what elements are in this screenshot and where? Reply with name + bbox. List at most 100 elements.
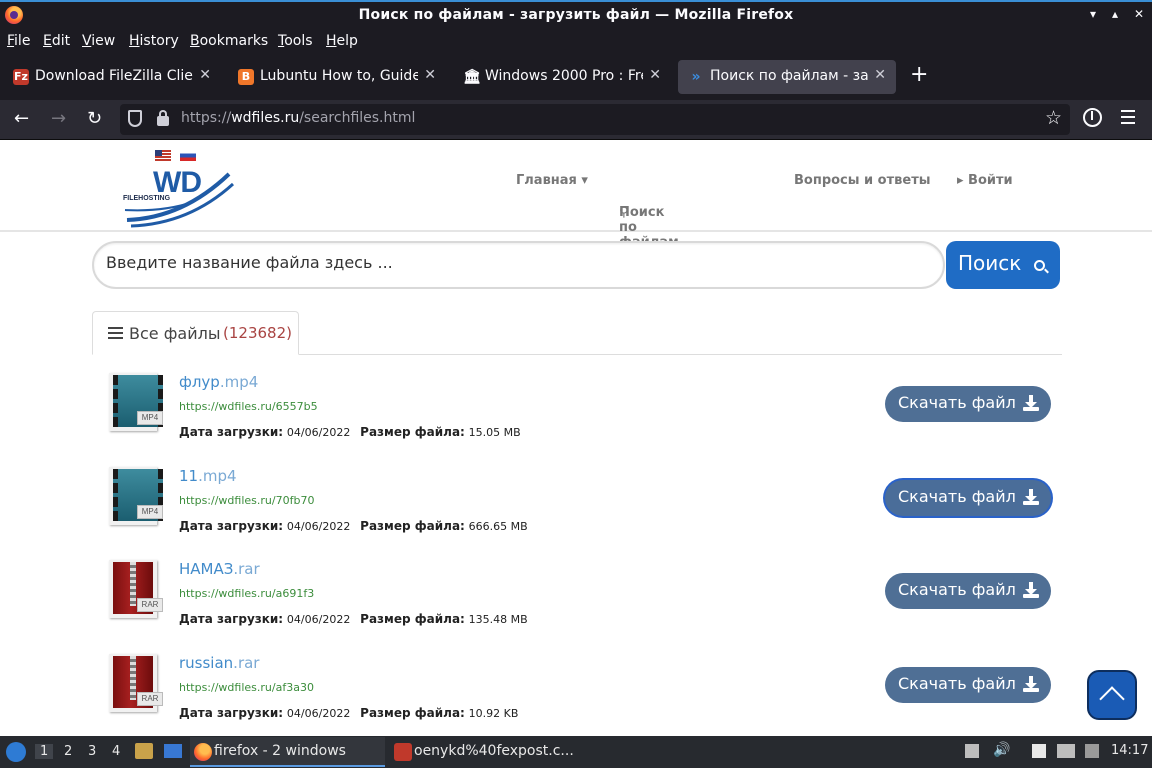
new-tab-button[interactable]: + bbox=[910, 62, 928, 87]
archive-file-icon[interactable]: RAR bbox=[107, 654, 163, 716]
minimize-button[interactable]: ▾ bbox=[1090, 7, 1096, 21]
file-url[interactable]: https://wdfiles.ru/6557b5 bbox=[179, 400, 318, 413]
tab-label: Download FileZilla Client bbox=[35, 68, 193, 84]
video-file-icon[interactable]: MP4 bbox=[107, 373, 163, 435]
menu-help[interactable]: Help bbox=[326, 33, 358, 49]
all-files-count: (123682) bbox=[223, 324, 292, 342]
filezilla-icon: Fz bbox=[13, 69, 29, 85]
file-meta: Дата загрузки: 04/06/2022 Размер файла: … bbox=[179, 612, 528, 626]
reload-button[interactable]: ↻ bbox=[87, 108, 102, 129]
taskbar-filezilla[interactable]: oenykd%40fexpost.c... bbox=[390, 737, 590, 767]
site-logo[interactable]: WD FILEHOSTING bbox=[123, 166, 235, 230]
file-name-link[interactable]: флур.mp4 bbox=[179, 373, 258, 391]
search-input[interactable] bbox=[106, 253, 926, 272]
workspace-3[interactable]: 3 bbox=[88, 744, 96, 759]
english-flag-icon[interactable] bbox=[155, 150, 171, 161]
nav-login[interactable]: ▸ Войти bbox=[957, 173, 1013, 188]
tab-label: Lubuntu How to, Guides, bbox=[260, 68, 418, 84]
show-desktop-icon[interactable] bbox=[164, 744, 182, 758]
network-icon[interactable] bbox=[1057, 744, 1075, 758]
file-name-link[interactable]: russian.rar bbox=[179, 654, 259, 672]
file-row: RAR russian.rar https://wdfiles.ru/af3a3… bbox=[105, 654, 1065, 736]
menu-history[interactable]: History bbox=[129, 33, 179, 49]
tab-label: Поиск по файлам - загр bbox=[710, 68, 868, 84]
tab-close-icon[interactable]: ✕ bbox=[649, 67, 661, 83]
tab-filezilla[interactable]: Fz Download FileZilla Client ✕ bbox=[3, 60, 221, 94]
nav-home[interactable]: Главная ▾ bbox=[516, 173, 588, 188]
download-button[interactable]: Скачать файл bbox=[885, 573, 1051, 609]
download-button[interactable]: Скачать файл bbox=[885, 480, 1051, 516]
tab-lubuntu[interactable]: B Lubuntu How to, Guides, ✕ bbox=[228, 60, 446, 94]
search-button[interactable]: Поиск bbox=[946, 241, 1060, 289]
workspace-1[interactable]: 1 bbox=[35, 744, 54, 759]
firefox-icon bbox=[194, 743, 212, 761]
file-url[interactable]: https://wdfiles.ru/af3a30 bbox=[179, 681, 314, 694]
scroll-to-top-button[interactable] bbox=[1087, 670, 1137, 720]
file-url[interactable]: https://wdfiles.ru/70fb70 bbox=[179, 494, 314, 507]
file-row: MP4 11.mp4 https://wdfiles.ru/70fb70 Дат… bbox=[105, 467, 1065, 557]
tab-close-icon[interactable]: ✕ bbox=[874, 67, 886, 83]
clipboard-icon[interactable] bbox=[1032, 744, 1046, 758]
file-name-link[interactable]: НАМАЗ.rar bbox=[179, 560, 260, 578]
updates-icon[interactable] bbox=[965, 744, 979, 758]
clock[interactable]: 14:17 bbox=[1111, 743, 1148, 758]
wdfiles-icon: » bbox=[691, 69, 701, 85]
download-button[interactable]: Скачать файл bbox=[885, 386, 1051, 422]
archive-file-icon[interactable]: RAR bbox=[107, 560, 163, 622]
app-menu-icon[interactable] bbox=[1121, 110, 1135, 128]
window-titlebar: Поиск по файлам - загрузить файл — Mozil… bbox=[0, 0, 1152, 30]
system-taskbar: 1 2 3 4 firefox - 2 windows oenykd%40fex… bbox=[0, 736, 1152, 768]
file-meta: Дата загрузки: 04/06/2022 Размер файла: … bbox=[179, 425, 521, 439]
search-icon: ⚲ bbox=[619, 205, 629, 220]
menu-edit[interactable]: Edit bbox=[43, 33, 70, 49]
tab-close-icon[interactable]: ✕ bbox=[199, 67, 211, 83]
forward-button[interactable]: → bbox=[51, 108, 66, 129]
file-url[interactable]: https://wdfiles.ru/a691f3 bbox=[179, 587, 314, 600]
video-file-icon[interactable]: MP4 bbox=[107, 467, 163, 529]
menu-file[interactable]: File bbox=[7, 33, 30, 49]
archive-icon: 🏛 bbox=[463, 69, 481, 85]
tab-strip: Fz Download FileZilla Client ✕ B Lubuntu… bbox=[0, 54, 1152, 100]
menu-bookmarks[interactable]: Bookmarks bbox=[190, 33, 268, 49]
workspace-4[interactable]: 4 bbox=[112, 744, 120, 759]
url-bar[interactable]: https://wdfiles.ru/searchfiles.html ☆ bbox=[120, 104, 1070, 135]
back-button[interactable]: ← bbox=[14, 108, 29, 129]
file-name-link[interactable]: 11.mp4 bbox=[179, 467, 237, 485]
search-button-label: Поиск bbox=[958, 251, 1022, 275]
file-manager-icon[interactable] bbox=[135, 743, 153, 759]
nav-faq[interactable]: Вопросы и ответы bbox=[794, 173, 930, 188]
tab-close-icon[interactable]: ✕ bbox=[424, 67, 436, 83]
account-icon[interactable] bbox=[1083, 108, 1102, 127]
maximize-button[interactable]: ▴ bbox=[1112, 7, 1118, 21]
filezilla-icon bbox=[394, 743, 412, 761]
file-meta: Дата загрузки: 04/06/2022 Размер файла: … bbox=[179, 519, 528, 533]
blogger-icon: B bbox=[238, 69, 254, 85]
tab-all-files[interactable]: Все файлы (123682) bbox=[92, 311, 299, 355]
file-row: RAR НАМАЗ.rar https://wdfiles.ru/a691f3 … bbox=[105, 560, 1065, 650]
taskbar-firefox[interactable]: firefox - 2 windows bbox=[190, 737, 385, 767]
russian-flag-icon[interactable] bbox=[180, 150, 196, 161]
page-content: WD FILEHOSTING Главная ▾ Поиск по файлам… bbox=[0, 141, 1152, 736]
search-icon bbox=[1034, 260, 1045, 271]
logo-subtext: FILEHOSTING bbox=[123, 195, 171, 202]
battery-icon[interactable] bbox=[1085, 744, 1099, 758]
all-files-label: Все файлы bbox=[129, 324, 221, 343]
lock-icon[interactable] bbox=[157, 110, 169, 126]
url-text[interactable]: https://wdfiles.ru/searchfiles.html bbox=[181, 110, 415, 126]
tab-wdfiles[interactable]: » Поиск по файлам - загр ✕ bbox=[678, 60, 896, 94]
menu-tools[interactable]: Tools bbox=[278, 33, 313, 49]
download-button[interactable]: Скачать файл bbox=[885, 667, 1051, 703]
site-header: WD FILEHOSTING Главная ▾ Поиск по файлам… bbox=[0, 141, 1152, 250]
search-box bbox=[92, 241, 945, 289]
start-menu-icon[interactable] bbox=[6, 742, 26, 762]
window-title: Поиск по файлам - загрузить файл — Mozil… bbox=[358, 7, 794, 23]
menu-view[interactable]: View bbox=[82, 33, 115, 49]
tab-windows2000[interactable]: 🏛 Windows 2000 Pro : Free ✕ bbox=[453, 60, 671, 94]
close-window-button[interactable]: ✕ bbox=[1134, 7, 1144, 21]
workspace-2[interactable]: 2 bbox=[64, 744, 72, 759]
tracking-protection-icon[interactable] bbox=[128, 110, 142, 127]
volume-icon[interactable]: 🔊 bbox=[993, 742, 1010, 758]
navigation-toolbar: ← → ↻ https://wdfiles.ru/searchfiles.htm… bbox=[0, 100, 1152, 140]
file-meta: Дата загрузки: 04/06/2022 Размер файла: … bbox=[179, 706, 519, 720]
bookmark-star-icon[interactable]: ☆ bbox=[1045, 107, 1062, 129]
